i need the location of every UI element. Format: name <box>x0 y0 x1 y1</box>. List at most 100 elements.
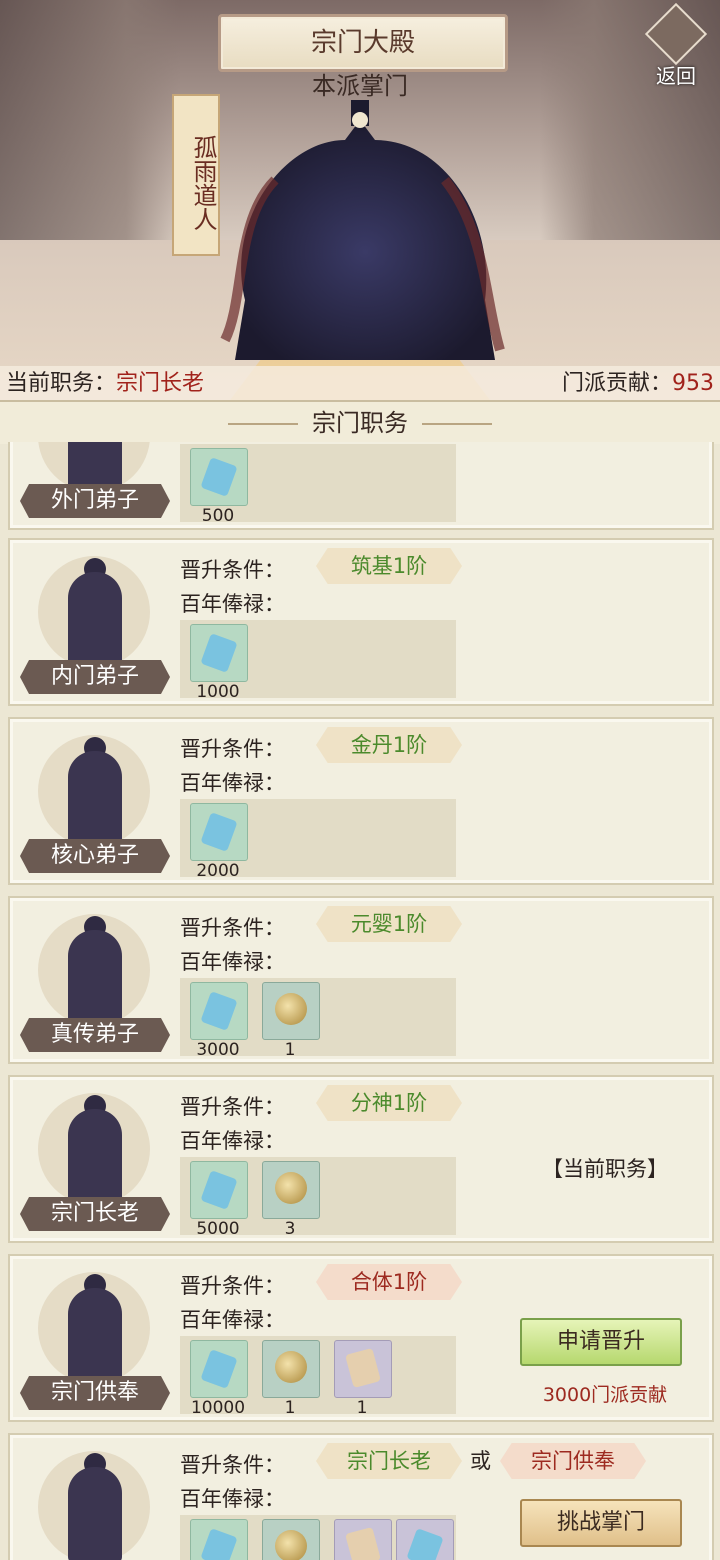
promotion-label: 晋升条件： <box>180 1095 285 1119</box>
rank-card: 真传弟子 晋升条件： 元婴1阶 百年俸禄： 3000 1 <box>8 896 714 1064</box>
back-button[interactable]: 返回 <box>640 2 712 88</box>
spirit-stone-item[interactable] <box>190 1519 248 1560</box>
scroll-item[interactable] <box>334 1519 392 1560</box>
contribution-label: 门派贡献： <box>561 371 672 396</box>
spirit-stone-item[interactable] <box>190 1340 248 1398</box>
section-title: 宗门职务 <box>312 409 408 437</box>
stipend-rewards: 1000 <box>180 620 456 702</box>
spirit-stone-item[interactable] <box>190 1161 248 1219</box>
spirit-stone-item[interactable] <box>190 982 248 1040</box>
golden-orb-icon <box>275 1172 307 1204</box>
promotion-label: 晋升条件： <box>180 1274 285 1298</box>
rank-name: 外门弟子 <box>20 484 170 518</box>
reward-qty: 1000 <box>196 682 240 702</box>
stipend-rewards: 10000 1 1 <box>180 1336 456 1418</box>
current-position-value: 宗门长老 <box>116 371 205 396</box>
stipend-label: 百年俸禄： <box>180 950 285 974</box>
stipend-rewards <box>180 1515 456 1560</box>
golden-orb-item[interactable] <box>262 982 320 1040</box>
requirement-tag: 分神1阶 <box>316 1085 462 1121</box>
spirit-stone-icon <box>200 457 238 497</box>
stipend-rewards: 500 <box>180 444 456 526</box>
disciple-figure <box>68 930 122 1026</box>
rank-card: 晋升条件： 宗门长老 或 宗门供奉 百年俸禄： 挑战掌门 <box>8 1433 714 1560</box>
stipend-label: 百年俸禄： <box>180 1129 285 1153</box>
golden-orb-item[interactable] <box>262 1519 320 1560</box>
spirit-stone-icon <box>200 991 238 1031</box>
golden-orb-item[interactable] <box>262 1161 320 1219</box>
rank-name: 内门弟子 <box>20 660 170 694</box>
rank-card: 外门弟子 500 <box>8 442 714 530</box>
stipend-rewards: 5000 3 <box>180 1157 456 1239</box>
scroll-icon <box>345 1526 381 1560</box>
elder-figure <box>68 1288 122 1384</box>
reward-qty: 1 <box>356 1398 368 1418</box>
sect-master-title: 本派掌门 <box>312 72 408 100</box>
current-position: 当前职务：宗门长老 <box>6 366 204 400</box>
apply-promotion-button[interactable]: 申请晋升 <box>520 1318 682 1366</box>
rank-portrait: 宗门长老 <box>20 1089 170 1234</box>
requirement-tag: 宗门长老 <box>316 1443 462 1479</box>
disciple-figure <box>68 572 122 668</box>
current-position-label: 当前职务： <box>6 371 117 396</box>
spirit-stone-item[interactable] <box>190 624 248 682</box>
scroll-icon <box>345 1347 381 1389</box>
rank-portrait <box>20 1447 170 1560</box>
reward-qty: 2000 <box>196 861 240 881</box>
stipend-label: 百年俸禄： <box>180 1487 285 1511</box>
contribution-value: 953 <box>672 371 714 396</box>
page-title: 宗门大殿 <box>218 14 508 72</box>
spirit-stone-item[interactable] <box>190 448 248 506</box>
golden-orb-icon <box>275 1530 307 1560</box>
rank-portrait: 真传弟子 <box>20 910 170 1055</box>
rank-name: 核心弟子 <box>20 839 170 873</box>
divider-right <box>422 423 492 425</box>
rank-card: 宗门供奉 晋升条件： 合体1阶 百年俸禄： 10000 1 1 申请晋升 300… <box>8 1254 714 1422</box>
requirement-tag: 筑基1阶 <box>316 548 462 584</box>
spirit-stone-icon <box>200 633 238 673</box>
requirement-tag-alt: 宗门供奉 <box>500 1443 646 1479</box>
rank-list[interactable]: 外门弟子 500 内门弟子 晋升条件： 筑基1阶 百年俸禄： 1000 核心弟子 <box>0 442 720 1560</box>
challenge-master-button[interactable]: 挑战掌门 <box>520 1499 682 1547</box>
stipend-label: 百年俸禄： <box>180 1308 285 1332</box>
promotion-label: 晋升条件： <box>180 737 285 761</box>
sect-master-silhouette[interactable] <box>215 100 505 370</box>
reward-qty: 10000 <box>190 1398 246 1418</box>
gem-icon <box>406 1528 444 1560</box>
spirit-stone-icon <box>200 1349 238 1389</box>
spirit-stone-item[interactable] <box>190 803 248 861</box>
stipend-rewards: 2000 <box>180 799 456 881</box>
rank-portrait: 内门弟子 <box>20 552 170 697</box>
reward-qty: 1 <box>284 1040 296 1060</box>
rank-name: 宗门供奉 <box>20 1376 170 1410</box>
reward-qty: 500 <box>201 506 235 526</box>
reward-qty: 3 <box>284 1219 296 1239</box>
rank-card: 宗门长老 晋升条件： 分神1阶 百年俸禄： 5000 3 【当前职务】 <box>8 1075 714 1243</box>
player-status-bar: 当前职务：宗门长老 门派贡献：953 <box>0 366 720 400</box>
section-header: 宗门职务 <box>0 400 720 444</box>
gem-item[interactable] <box>396 1519 454 1560</box>
scroll-item[interactable] <box>334 1340 392 1398</box>
rank-portrait: 宗门供奉 <box>20 1268 170 1413</box>
spirit-stone-icon <box>200 1170 238 1210</box>
master-name-banner: 孤雨道人 <box>172 94 220 256</box>
golden-orb-item[interactable] <box>262 1340 320 1398</box>
sect-hall-scene: 宗门大殿 本派掌门 返回 孤雨道人 当前职务：宗门长老 门派贡献：953 <box>0 0 720 400</box>
elder-figure <box>68 1109 122 1205</box>
promotion-label: 晋升条件： <box>180 916 285 940</box>
rank-portrait: 外门弟子 <box>20 442 170 521</box>
requirement-tag: 合体1阶 <box>316 1264 462 1300</box>
stipend-label: 百年俸禄： <box>180 592 285 616</box>
stipend-label: 百年俸禄： <box>180 771 285 795</box>
promotion-label: 晋升条件： <box>180 558 285 582</box>
sect-contribution: 门派贡献：953 <box>562 366 714 400</box>
reward-qty: 1 <box>284 1398 296 1418</box>
master-figure <box>68 1467 122 1560</box>
rank-portrait: 核心弟子 <box>20 731 170 876</box>
rank-name: 宗门长老 <box>20 1197 170 1231</box>
requirement-tag: 元婴1阶 <box>316 906 462 942</box>
reward-qty: 3000 <box>196 1040 240 1060</box>
back-icon <box>644 2 708 66</box>
rank-card: 内门弟子 晋升条件： 筑基1阶 百年俸禄： 1000 <box>8 538 714 706</box>
disciple-figure <box>68 751 122 847</box>
